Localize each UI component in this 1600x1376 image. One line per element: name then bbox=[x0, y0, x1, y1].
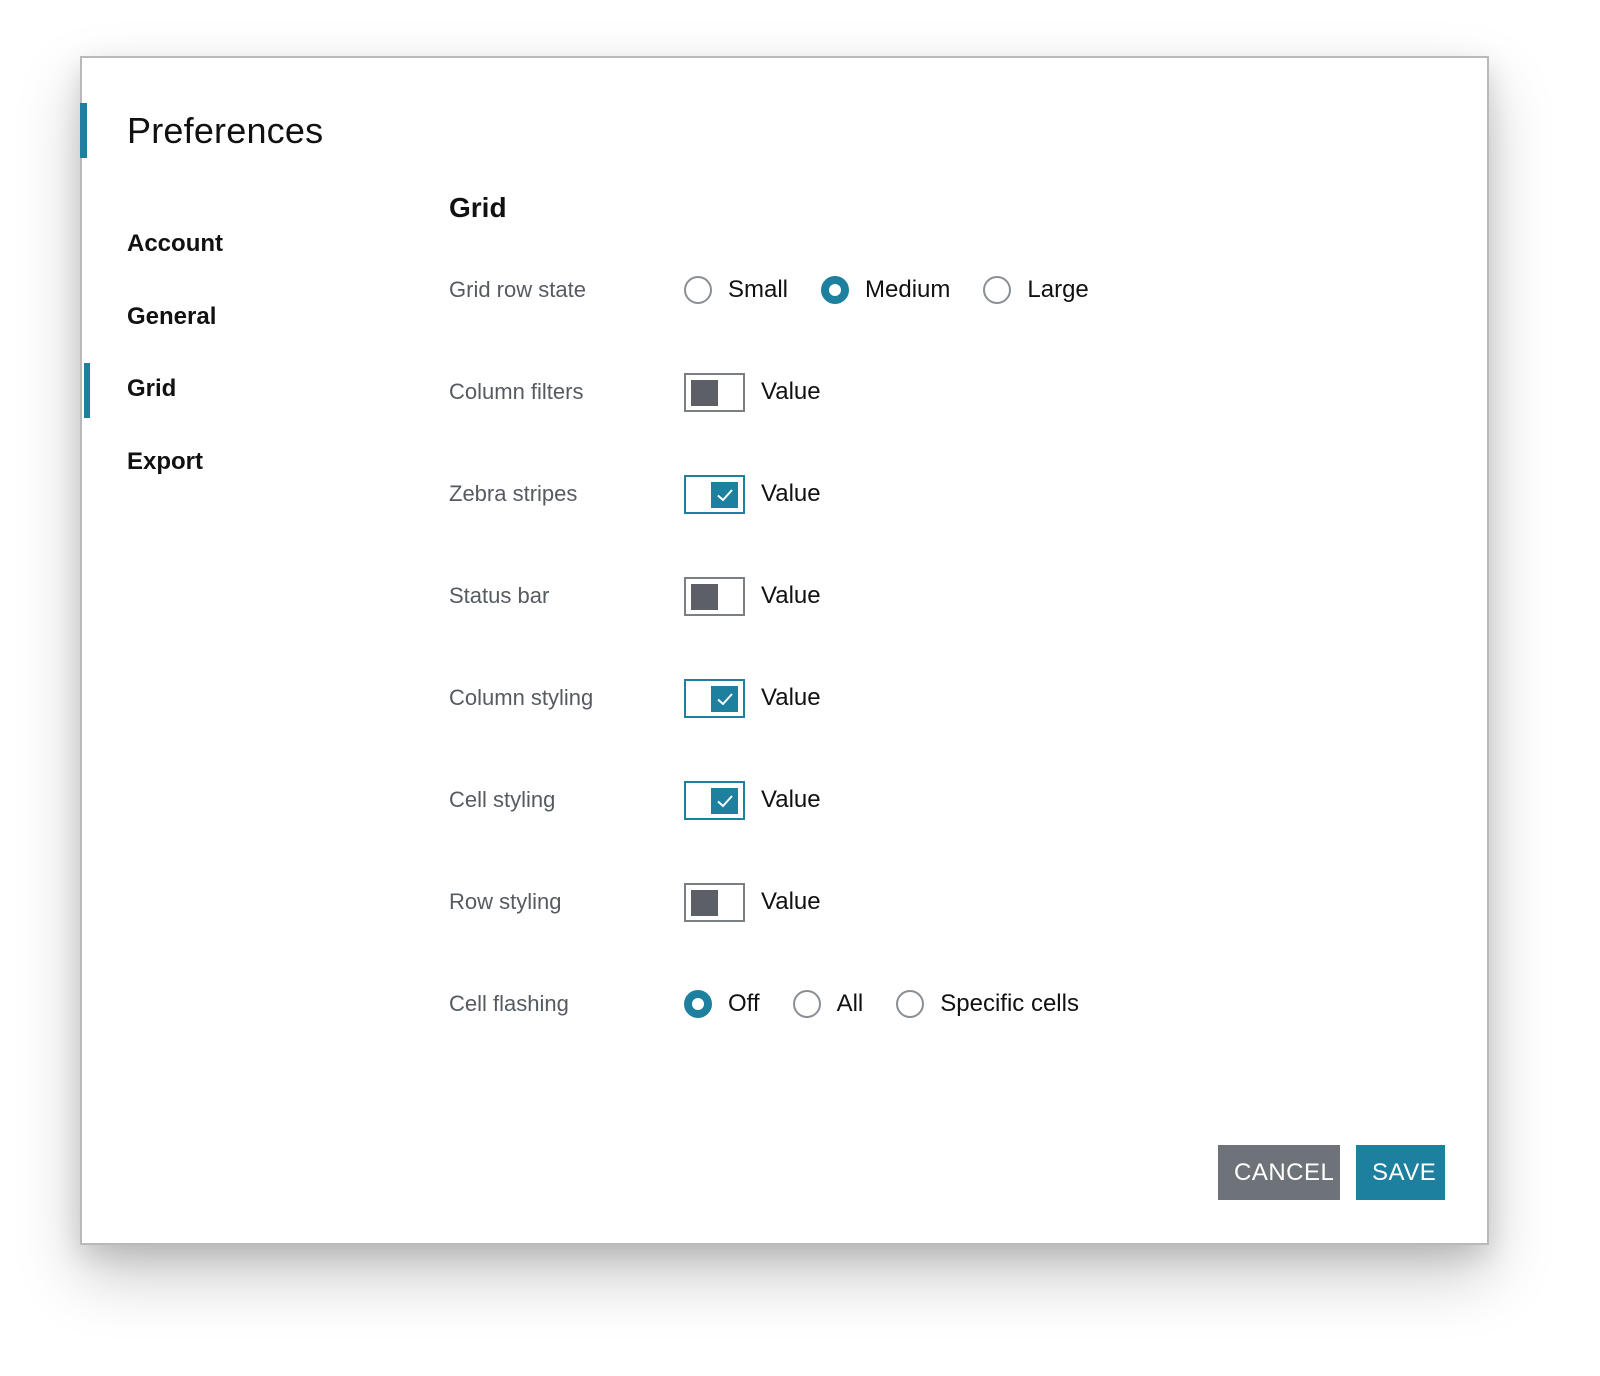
radio-option-small[interactable]: Small bbox=[684, 276, 788, 304]
nav-item-label: Export bbox=[127, 447, 204, 475]
column-styling-toggle[interactable] bbox=[684, 678, 745, 718]
radio-label: All bbox=[836, 990, 864, 1017]
status-bar-toggle[interactable] bbox=[684, 576, 745, 616]
toggle-knob bbox=[711, 481, 738, 508]
toggle-value-label: Value bbox=[761, 480, 821, 507]
radio-label: Specific cells bbox=[940, 990, 1079, 1017]
grid-row-state-radio-group: Small Medium Large bbox=[684, 276, 1122, 304]
save-button[interactable]: SAVE bbox=[1356, 1145, 1445, 1200]
setting-label: Cell styling bbox=[449, 787, 556, 812]
toggle-value-label: Value bbox=[761, 684, 821, 711]
setting-row-status-bar: Status bar Value bbox=[449, 545, 1447, 647]
nav-item-label: General bbox=[127, 302, 217, 330]
setting-label: Status bar bbox=[449, 583, 550, 608]
radio-label: Off bbox=[728, 990, 760, 1017]
radio-label: Small bbox=[728, 276, 789, 303]
radio-button[interactable] bbox=[896, 990, 925, 1018]
check-icon bbox=[716, 692, 733, 705]
toggle-knob bbox=[691, 379, 718, 406]
setting-label: Grid row state bbox=[449, 277, 586, 302]
cell-flashing-radio-group: Off All Specific cells bbox=[684, 990, 1112, 1018]
check-icon bbox=[716, 794, 733, 807]
toggle-value-label: Value bbox=[761, 378, 821, 405]
title-accent-bar bbox=[80, 103, 87, 158]
grid-settings-panel: Grid Grid row state Small Medium Large C… bbox=[449, 188, 1447, 1055]
setting-row-column-filters: Column filters Value bbox=[449, 341, 1447, 443]
dialog-title: Preferences bbox=[127, 110, 324, 151]
setting-row-cell-styling: Cell styling Value bbox=[449, 749, 1447, 851]
radio-option-off[interactable]: Off bbox=[684, 990, 760, 1018]
section-title: Grid bbox=[449, 192, 507, 223]
check-icon bbox=[716, 488, 733, 501]
setting-row-row-styling: Row styling Value bbox=[449, 851, 1447, 953]
radio-option-all[interactable]: All bbox=[792, 990, 864, 1018]
radio-button[interactable] bbox=[684, 276, 712, 304]
setting-row-zebra-stripes: Zebra stripes Value bbox=[449, 443, 1447, 545]
radio-label: Medium bbox=[865, 276, 951, 303]
nav-item-export[interactable]: Export bbox=[82, 426, 422, 499]
setting-label: Column filters bbox=[449, 379, 584, 404]
setting-label: Row styling bbox=[449, 889, 562, 914]
setting-row-grid-row-state: Grid row state Small Medium Large bbox=[449, 260, 1447, 320]
toggle-knob bbox=[691, 889, 718, 916]
radio-button[interactable] bbox=[983, 276, 1012, 304]
radio-option-specific-cells[interactable]: Specific cells bbox=[896, 990, 1079, 1018]
nav-item-account[interactable]: Account bbox=[82, 208, 422, 281]
radio-label: Large bbox=[1027, 276, 1089, 303]
cancel-button[interactable]: CANCEL bbox=[1218, 1145, 1340, 1200]
radio-button[interactable] bbox=[821, 276, 850, 304]
setting-label: Cell flashing bbox=[449, 991, 569, 1016]
nav-item-label: Grid bbox=[127, 375, 177, 403]
toggle-knob bbox=[711, 787, 738, 814]
radio-button[interactable] bbox=[684, 990, 712, 1018]
radio-button[interactable] bbox=[792, 990, 821, 1018]
toggle-value-label: Value bbox=[761, 582, 821, 609]
preferences-dialog: Preferences Account General Grid Export … bbox=[80, 56, 1489, 1245]
setting-row-column-styling: Column styling Value bbox=[449, 647, 1447, 749]
column-filters-toggle[interactable] bbox=[684, 372, 745, 412]
preferences-nav: Account General Grid Export bbox=[82, 208, 422, 498]
toggle-knob bbox=[711, 685, 738, 712]
toggle-knob bbox=[691, 583, 718, 610]
radio-option-medium[interactable]: Medium bbox=[821, 276, 950, 304]
setting-row-cell-flashing: Cell flashing Off All Specific cells bbox=[449, 953, 1447, 1055]
toggle-value-label: Value bbox=[761, 888, 821, 915]
setting-label: Zebra stripes bbox=[449, 481, 578, 506]
toggle-value-label: Value bbox=[761, 786, 821, 813]
nav-item-grid[interactable]: Grid bbox=[82, 353, 422, 426]
nav-item-label: Account bbox=[127, 230, 223, 258]
cell-styling-toggle[interactable] bbox=[684, 780, 745, 820]
row-styling-toggle[interactable] bbox=[684, 882, 745, 922]
nav-item-general[interactable]: General bbox=[82, 281, 422, 354]
radio-option-large[interactable]: Large bbox=[983, 276, 1089, 304]
zebra-stripes-toggle[interactable] bbox=[684, 474, 745, 514]
setting-label: Column styling bbox=[449, 685, 594, 710]
